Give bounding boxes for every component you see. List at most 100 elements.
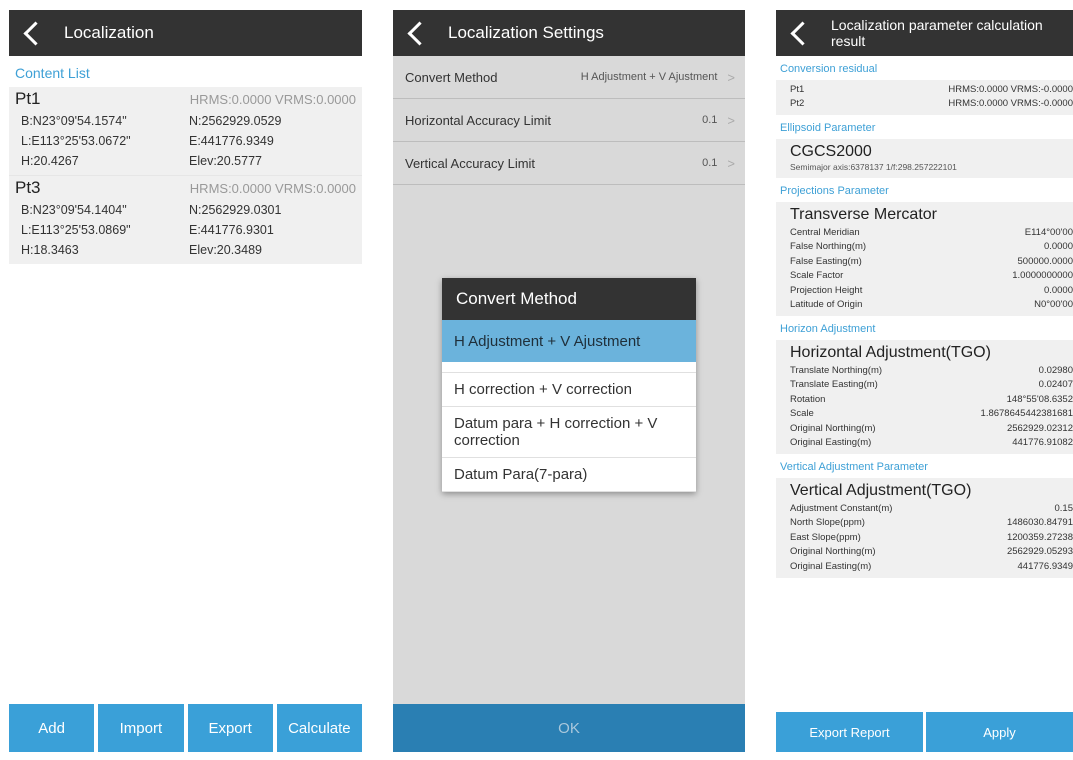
horizon-name: Horizontal Adjustment(TGO) bbox=[790, 344, 991, 361]
elevation: Elev:20.3489 bbox=[189, 243, 262, 257]
param-row: East Slope(ppm) 1200359.27238 bbox=[790, 530, 1073, 545]
back-arrow-icon[interactable] bbox=[790, 20, 815, 46]
param-row: North Slope(ppm) 1486030.84791 bbox=[790, 516, 1073, 531]
param-label: Original Easting(m) bbox=[790, 560, 872, 572]
param-row: Original Northing(m) 2562929.05293 bbox=[790, 545, 1073, 560]
option-h-v-adjustment[interactable]: H Adjustment + V Ajustment bbox=[442, 320, 696, 362]
param-value: 2562929.05293 bbox=[1006, 546, 1073, 558]
point-name: Pt1 bbox=[15, 89, 41, 108]
easting: E:441776.9301 bbox=[189, 223, 274, 237]
residual-group: Pt1 HRMS:0.0000 VRMS:-0.0000 Pt2 HRMS:0.00… bbox=[776, 80, 1073, 115]
residual-row: Pt2 HRMS:0.0000 VRMS:-0.0000 bbox=[790, 97, 1073, 112]
param-label: Translate Northing(m) bbox=[790, 364, 883, 376]
vertical-accuracy-row[interactable]: Vertical Accuracy Limit 0.1 > bbox=[393, 142, 745, 185]
title-line-1: Localization parameter calculation bbox=[831, 17, 1043, 33]
page-title: Localization bbox=[64, 23, 154, 42]
vertical-group: Vertical Adjustment(TGO) Adjustment Cons… bbox=[776, 478, 1073, 578]
rms-value: HRMS:0.0000 VRMS:-0.0000 bbox=[948, 83, 1073, 95]
back-arrow-icon[interactable] bbox=[23, 20, 48, 46]
row-label: Convert Method bbox=[405, 69, 498, 85]
add-button[interactable]: Add bbox=[9, 704, 95, 752]
top-bar: Localization Settings bbox=[393, 10, 745, 56]
convert-method-row[interactable]: Convert Method H Adjustment + V Ajustmen… bbox=[393, 56, 745, 99]
param-row: False Northing(m) 0.0000 bbox=[790, 240, 1073, 255]
bottom-toolbar: Add Import Export Calculate bbox=[9, 704, 362, 752]
point-rms: HRMS:0.0000 VRMS:0.0000 bbox=[189, 181, 356, 196]
projection-name: Transverse Mercator bbox=[790, 206, 937, 223]
northing: N:2562929.0301 bbox=[189, 203, 282, 217]
calculate-button[interactable]: Calculate bbox=[276, 704, 362, 752]
page-title: Localization parameter calculation resul… bbox=[831, 17, 1043, 49]
calculation-result-screen: Localization parameter calculation resul… bbox=[776, 10, 1073, 752]
northing: N:2562929.0529 bbox=[189, 114, 282, 128]
top-bar: Localization parameter calculation resul… bbox=[776, 10, 1073, 56]
export-button[interactable]: Export bbox=[187, 704, 273, 752]
param-label: Original Northing(m) bbox=[790, 422, 876, 434]
param-row: Translate Northing(m) 0.02980 bbox=[790, 363, 1073, 378]
param-label: Translate Easting(m) bbox=[790, 379, 878, 391]
rms-value: HRMS:0.0000 VRMS:-0.0000 bbox=[948, 98, 1073, 110]
param-value: N0°00'00 bbox=[1034, 299, 1073, 311]
param-row: Scale Factor 1.0000000000 bbox=[790, 269, 1073, 284]
param-value: 0.0000 bbox=[1043, 241, 1073, 253]
residual-section-header: Conversion residual bbox=[776, 56, 1073, 80]
row-value: H Adjustment + V Ajustment bbox=[580, 71, 718, 83]
residual-row: Pt1 HRMS:0.0000 VRMS:-0.0000 bbox=[790, 82, 1073, 97]
option-datum-h-v-correction[interactable]: Datum para + H correction + V correction bbox=[442, 407, 696, 458]
param-row: Scale 1.8678645442381681 bbox=[790, 407, 1073, 422]
param-row: Translate Easting(m) 0.02407 bbox=[790, 378, 1073, 393]
param-row: Latitude of Origin N0°00'00 bbox=[790, 298, 1073, 313]
option-datum-7-para[interactable]: Datum Para(7-para) bbox=[442, 458, 696, 492]
param-value: 1.0000000000 bbox=[1012, 270, 1073, 282]
param-value: 2562929.02312 bbox=[1006, 422, 1073, 434]
longitude: L:E113°25'53.0869" bbox=[21, 223, 131, 237]
top-bar: Localization bbox=[9, 10, 362, 56]
param-label: False Northing(m) bbox=[790, 241, 867, 253]
horizon-section-header: Horizon Adjustment bbox=[776, 316, 1073, 340]
ellipsoid-name: CGCS2000 bbox=[790, 143, 872, 160]
param-label: East Slope(ppm) bbox=[790, 531, 861, 543]
point-rms: HRMS:0.0000 VRMS:0.0000 bbox=[189, 92, 356, 107]
row-value: 0.1 bbox=[702, 114, 718, 126]
param-row: Adjustment Constant(m) 0.15 bbox=[790, 501, 1073, 516]
point-name: Pt1 bbox=[790, 83, 805, 95]
ellipsoid-section-header: Ellipsoid Parameter bbox=[776, 115, 1073, 139]
param-label: Original Easting(m) bbox=[790, 437, 872, 449]
export-report-button[interactable]: Export Report bbox=[776, 712, 923, 752]
horizontal-accuracy-row[interactable]: Horizontal Accuracy Limit 0.1 > bbox=[393, 99, 745, 142]
bottom-toolbar: Export Report Apply bbox=[776, 712, 1073, 752]
param-label: False Easting(m) bbox=[790, 255, 862, 267]
apply-button[interactable]: Apply bbox=[926, 712, 1073, 752]
param-value: 0.15 bbox=[1054, 502, 1073, 514]
content-list-header: Content List bbox=[15, 65, 90, 81]
param-row: False Easting(m) 500000.0000 bbox=[790, 254, 1073, 269]
ok-button[interactable]: OK bbox=[393, 704, 745, 752]
latitude: B:N23°09'54.1574" bbox=[21, 114, 127, 128]
param-value: 441776.91082 bbox=[1012, 437, 1073, 449]
param-row: Original Easting(m) 441776.9349 bbox=[790, 559, 1073, 574]
point-item[interactable]: Pt3 HRMS:0.0000 VRMS:0.0000 B:N23°09'54.… bbox=[9, 175, 362, 264]
elevation: Elev:20.5777 bbox=[189, 154, 262, 168]
param-value: 441776.9349 bbox=[1017, 560, 1073, 572]
ellipsoid-group: CGCS2000 Semimajor axis:6378137 1/f:298.… bbox=[776, 139, 1073, 178]
param-value: E114°00'00 bbox=[1024, 226, 1073, 238]
point-name: Pt3 bbox=[15, 178, 41, 197]
param-label: Scale Factor bbox=[790, 270, 844, 282]
projection-section-header: Projections Parameter bbox=[776, 178, 1073, 202]
param-row: Original Easting(m) 441776.91082 bbox=[790, 436, 1073, 451]
horizon-group: Horizontal Adjustment(TGO) Translate Nor… bbox=[776, 340, 1073, 454]
param-label: Scale bbox=[790, 408, 814, 420]
longitude: L:E113°25'53.0672" bbox=[21, 134, 131, 148]
param-value: 0.02980 bbox=[1038, 364, 1073, 376]
back-arrow-icon[interactable] bbox=[407, 20, 432, 46]
param-label: Adjustment Constant(m) bbox=[790, 502, 893, 514]
title-line-2: result bbox=[831, 33, 866, 49]
easting: E:441776.9349 bbox=[189, 134, 274, 148]
point-item[interactable]: Pt1 HRMS:0.0000 VRMS:0.0000 B:N23°09'54.… bbox=[9, 87, 362, 175]
param-label: Latitude of Origin bbox=[790, 299, 863, 311]
option-h-v-correction[interactable]: H correction + V correction bbox=[442, 373, 696, 407]
import-button[interactable]: Import bbox=[98, 704, 184, 752]
divider bbox=[442, 362, 696, 373]
chevron-right-icon: > bbox=[727, 112, 735, 128]
dialog-title: Convert Method bbox=[442, 278, 696, 320]
